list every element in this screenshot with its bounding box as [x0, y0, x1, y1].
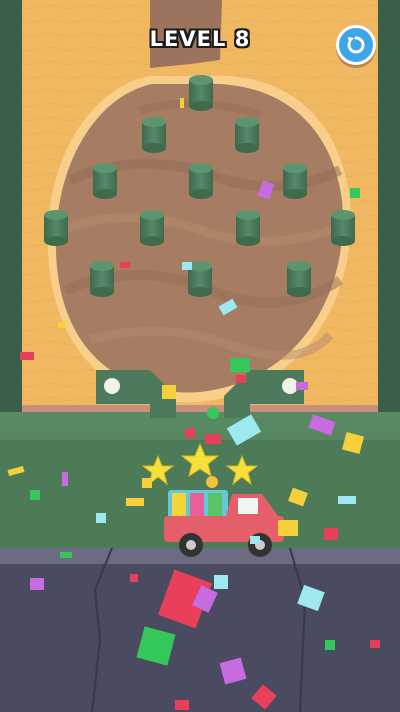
- peg: [189, 163, 213, 199]
- peg: [93, 163, 117, 199]
- peg: [235, 117, 259, 153]
- restart-icon: [347, 36, 365, 54]
- peg: [189, 75, 213, 111]
- sand-pit: [47, 75, 351, 403]
- ball: [207, 407, 219, 419]
- peg: [44, 210, 68, 246]
- peg: [283, 163, 307, 199]
- restart-button[interactable]: [336, 25, 376, 65]
- peg: [236, 210, 260, 246]
- peg: [90, 261, 114, 297]
- game-scene[interactable]: [0, 0, 400, 712]
- peg: [331, 210, 355, 246]
- peg: [142, 117, 166, 153]
- peg: [140, 210, 164, 246]
- peg: [287, 261, 311, 297]
- board-edge: [22, 405, 378, 413]
